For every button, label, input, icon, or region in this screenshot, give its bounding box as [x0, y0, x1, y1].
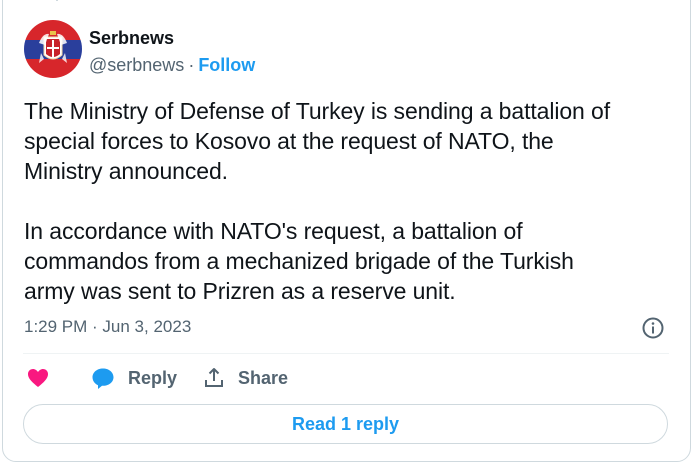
avatar[interactable]: [24, 20, 82, 78]
divider: [23, 353, 669, 354]
account-handle-row: @serbnews · Follow: [89, 55, 255, 76]
reply-button[interactable]: Reply: [90, 366, 177, 390]
separator-dot: ·: [188, 55, 195, 75]
reply-bubble-icon: [92, 368, 114, 389]
thread-line: [56, 0, 58, 1]
like-button[interactable]: [26, 366, 50, 390]
account-name[interactable]: Serbnews: [89, 28, 174, 49]
read-replies-label: Read 1 reply: [291, 413, 400, 434]
info-icon[interactable]: [641, 316, 665, 340]
follow-button[interactable]: Follow: [198, 55, 255, 75]
tweet-timestamp[interactable]: 1:29 PM · Jun 3, 2023: [24, 317, 191, 337]
tweet-text: The Ministry of Defense of Turkey is sen…: [24, 98, 611, 304]
serbian-flag-avatar-icon: [24, 20, 82, 78]
share-button[interactable]: Share: [202, 366, 288, 390]
account-handle[interactable]: @serbnews: [89, 55, 184, 75]
reply-label: Reply: [128, 367, 178, 388]
read-replies-button[interactable]: Read 1 reply: [23, 404, 668, 444]
share-label: Share: [238, 367, 289, 388]
share-icon: [205, 368, 223, 387]
heart-icon: [28, 369, 48, 387]
